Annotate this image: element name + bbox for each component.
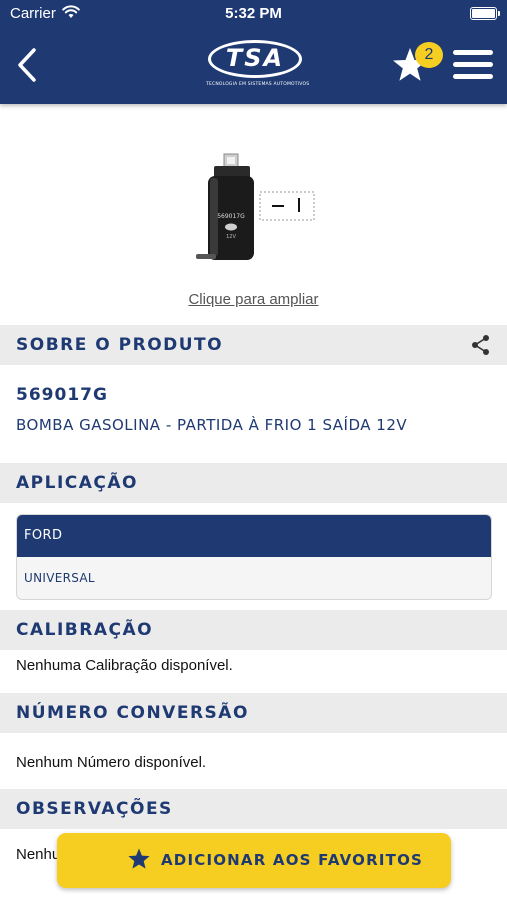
app-header: Carrier 5:32 PM TSA TECNOLOGIA EM SISTEM… — [0, 0, 507, 104]
favorites-count-badge: 2 — [415, 42, 443, 68]
zoom-link[interactable]: Clique para ampliar — [0, 291, 507, 308]
calibration-text: Nenhuma Calibração disponível. — [16, 657, 233, 674]
section-calibration: CALIBRAÇÃO — [0, 610, 507, 650]
svg-text:12V: 12V — [226, 234, 236, 240]
add-to-favorites-label: ADICIONAR AOS FAVORITOS — [161, 851, 424, 869]
section-application: APLICAÇÃO — [0, 463, 507, 503]
product-description: BOMBA GASOLINA - PARTIDA À FRIO 1 SAÍDA … — [16, 416, 408, 434]
share-icon[interactable] — [470, 334, 492, 356]
section-title-calibration: CALIBRAÇÃO — [16, 620, 154, 640]
product-code: 569017G — [16, 385, 108, 405]
section-title-observations: OBSERVAÇÕES — [16, 799, 173, 819]
application-model[interactable]: UNIVERSAL — [17, 557, 491, 599]
section-title-application: APLICAÇÃO — [16, 473, 138, 493]
tsa-logo: TSA TECNOLOGIA EM SISTEMAS AUTOMOTIVOS — [206, 40, 310, 90]
section-about: SOBRE O PRODUTO — [0, 325, 507, 365]
section-observations: OBSERVAÇÕES — [0, 789, 507, 829]
status-bar: Carrier 5:32 PM — [0, 0, 507, 30]
conversion-text: Nenhum Número disponível. — [16, 754, 207, 771]
product-image[interactable]: 569017G 12V — [190, 150, 320, 270]
section-title-conversion: NÚMERO CONVERSÃO — [16, 703, 249, 723]
application-table: FORD UNIVERSAL — [16, 514, 492, 600]
svg-text:569017G: 569017G — [217, 213, 245, 220]
logo-text: TSA — [225, 44, 285, 72]
clock: 5:32 PM — [225, 5, 282, 22]
back-button[interactable] — [14, 46, 40, 84]
add-to-favorites-button[interactable]: ADICIONAR AOS FAVORITOS — [57, 833, 451, 888]
application-brand[interactable]: FORD — [17, 515, 491, 557]
section-conversion: NÚMERO CONVERSÃO — [0, 693, 507, 733]
menu-icon[interactable] — [453, 50, 493, 80]
section-title-about: SOBRE O PRODUTO — [16, 335, 224, 355]
logo-subtitle: TECNOLOGIA EM SISTEMAS AUTOMOTIVOS — [206, 82, 310, 87]
star-icon — [128, 848, 150, 869]
observations-text: Nenhu — [16, 846, 61, 863]
battery-icon — [470, 7, 500, 20]
